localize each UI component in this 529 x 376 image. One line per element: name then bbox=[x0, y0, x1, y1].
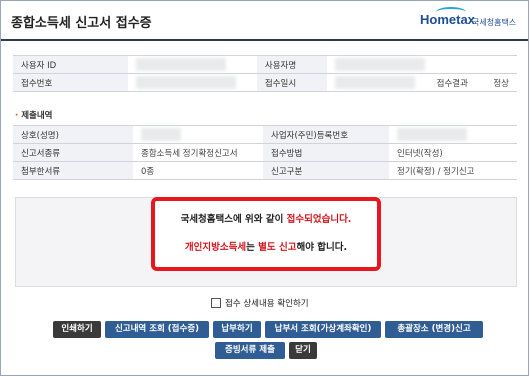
hometax-logo: Hometax 국세청홈택스 bbox=[420, 7, 520, 33]
submit-docs-button[interactable]: 증빙서류 제출 bbox=[215, 342, 285, 359]
receipt-result-label: 접수결과 bbox=[436, 78, 468, 89]
notice-text-red: 별도 신고 bbox=[258, 242, 297, 253]
table-row: 사용자 ID 사용자명 bbox=[13, 55, 517, 74]
header-bar: 종합소득세 신고서 접수증 Hometax 국세청홈택스 bbox=[1, 1, 528, 41]
masked-value bbox=[135, 58, 226, 71]
category-value: 정기(확정) / 정기신고 bbox=[389, 161, 517, 180]
receipt-result-cell: 접수결과 정상 bbox=[428, 73, 517, 92]
masked-value bbox=[397, 128, 467, 141]
submission-details-table: 상호(성명) 사업자(주민)등록번호 신고서종류 종합소득세 정기확정신고서 접… bbox=[13, 125, 517, 180]
return-type-label: 신고서종류 bbox=[13, 143, 133, 162]
masked-value bbox=[335, 58, 426, 71]
page-title: 종합소득세 신고서 접수증 bbox=[11, 16, 152, 31]
notice-highlight-box: 국세청홈택스에 위와 같이 접수되었습니다. 개인지방소득세는 별도 신고해야 … bbox=[151, 197, 381, 271]
notice-text-red: 개인지방소득세 bbox=[184, 242, 247, 253]
logo-korean-text: 국세청홈택스 bbox=[472, 18, 517, 27]
section-title: · 제출내역 bbox=[15, 109, 52, 121]
reg-no-value bbox=[389, 125, 517, 144]
receipt-result-value: 정상 bbox=[493, 78, 509, 89]
close-button[interactable]: 닫기 bbox=[289, 342, 317, 359]
table-row: 접수번호 접수일시 접수결과 정상 bbox=[13, 73, 517, 92]
history-button[interactable]: 신고내역 조회 (접수증) bbox=[105, 321, 209, 338]
submitter-info-table: 사용자 ID 사용자명 접수번호 접수일시 접수결과 정상 bbox=[13, 55, 517, 92]
user-id-label: 사용자 ID bbox=[13, 55, 128, 74]
bullet-icon: · bbox=[15, 111, 19, 121]
virtual-account-button[interactable]: 납부서 조회(가상계좌확인) bbox=[265, 321, 381, 338]
user-name-label: 사용자명 bbox=[256, 55, 328, 74]
receipt-no-label: 접수번호 bbox=[13, 73, 128, 92]
attachments-label: 첨부한서류 bbox=[13, 161, 133, 180]
logo-wordmark: Hometax bbox=[420, 12, 475, 27]
user-id-value bbox=[127, 55, 257, 74]
local-tax-button[interactable]: 총괄장소 (변경)신고 bbox=[385, 321, 483, 338]
attachments-value: 0종 bbox=[133, 161, 263, 180]
method-label: 접수방법 bbox=[263, 143, 389, 162]
confirm-details-label: 접수 상세내용 확인하기 bbox=[225, 299, 309, 309]
masked-value bbox=[335, 76, 416, 89]
method-value: 인터넷(작성) bbox=[389, 143, 517, 162]
masked-value bbox=[135, 76, 236, 89]
receipt-no-value bbox=[127, 73, 257, 92]
receipt-window: 종합소득세 신고서 접수증 Hometax 국세청홈택스 사용자 ID 사용자명… bbox=[0, 0, 529, 376]
confirm-details-checkbox[interactable] bbox=[211, 298, 221, 308]
print-button[interactable]: 인쇄하기 bbox=[53, 321, 101, 338]
table-row: 상호(성명) 사업자(주민)등록번호 bbox=[13, 125, 517, 144]
table-row: 첨부한서류 0종 신고구분 정기(확정) / 정기신고 bbox=[13, 161, 517, 180]
table-row: 신고서종류 종합소득세 정기확정신고서 접수방법 인터넷(작성) bbox=[13, 143, 517, 162]
receipt-datetime-label: 접수일시 bbox=[256, 73, 328, 92]
category-label: 신고구분 bbox=[263, 161, 389, 180]
masked-value bbox=[141, 128, 181, 141]
confirm-details-row[interactable]: 접수 상세내용 확인하기 bbox=[211, 297, 309, 309]
trade-name-value bbox=[133, 125, 263, 144]
notice-line-2: 개인지방소득세는 별도 신고해야 합니다. bbox=[155, 239, 377, 253]
section-title-text: 제출내역 bbox=[21, 111, 53, 121]
user-name-value bbox=[327, 55, 517, 74]
notice-text: 해야 합니다. bbox=[296, 242, 348, 253]
return-type-value: 종합소득세 정기확정신고서 bbox=[133, 143, 263, 162]
receipt-datetime-value bbox=[327, 73, 429, 92]
reg-no-label: 사업자(주민)등록번호 bbox=[263, 125, 389, 144]
notice-text-red: 접수되었습니다. bbox=[286, 214, 352, 225]
trade-name-label: 상호(성명) bbox=[13, 125, 133, 144]
notice-text: 는 bbox=[246, 242, 259, 253]
notice-line-1: 국세청홈택스에 위와 같이 접수되었습니다. bbox=[155, 211, 377, 225]
pay-button[interactable]: 납부하기 bbox=[213, 321, 261, 338]
notice-text: 국세청홈택스에 위와 같이 bbox=[180, 214, 287, 225]
